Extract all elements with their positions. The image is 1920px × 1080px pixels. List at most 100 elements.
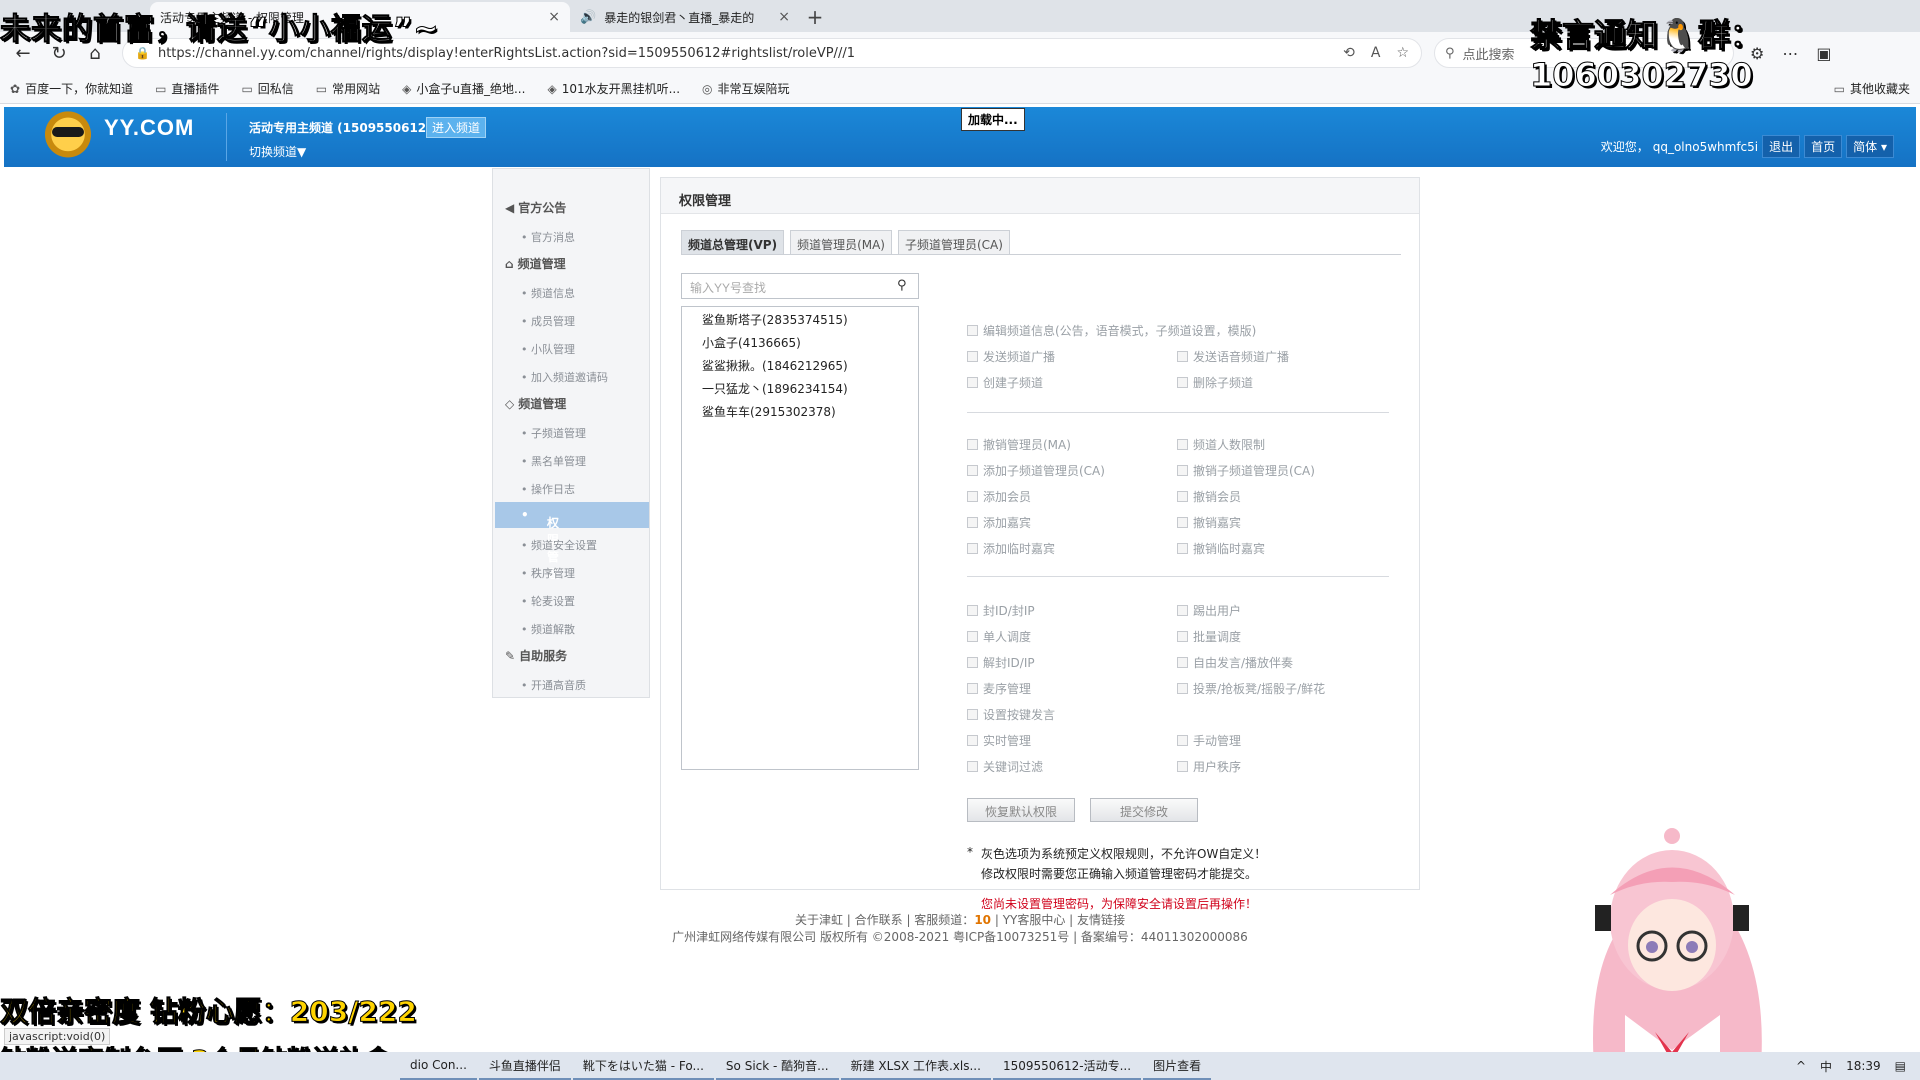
nav-item-blacklist[interactable]: • 黑名单管理: [521, 453, 586, 469]
system-tray: ^ 中 18:39 ▤: [1796, 1058, 1920, 1075]
perm-checkbox[interactable]: 发送语音频道广播: [1177, 348, 1289, 365]
enter-channel-button[interactable]: 进入频道: [426, 117, 487, 138]
logout-link[interactable]: 退出: [1762, 135, 1801, 158]
list-item[interactable]: 鲨鱼斯塔子(2835374515): [702, 311, 848, 328]
switch-channel-dropdown[interactable]: 切换频道▼: [249, 143, 306, 160]
note-star: *: [967, 845, 973, 859]
vtuber-avatar: [1593, 828, 1762, 1080]
taskbar-app[interactable]: 斗鱼直播伴侣: [478, 1052, 571, 1080]
perm-checkbox[interactable]: 单人调度: [967, 628, 1031, 645]
tab-underline: [681, 254, 1401, 255]
home-link[interactable]: 首页: [1804, 135, 1843, 158]
folder-icon: ▭: [241, 81, 253, 96]
bookmark-folder[interactable]: ▭ 常用网站: [316, 80, 380, 97]
list-item[interactable]: 鲨鱼车车(2915302378): [702, 403, 836, 420]
chevron-up-icon[interactable]: ^: [1796, 1059, 1806, 1073]
taskbar-app[interactable]: dio Con...: [400, 1052, 477, 1080]
nav-group-channel: ⌂ 频道管理: [505, 256, 566, 272]
nav-item-oplog[interactable]: • 操作日志: [521, 481, 575, 497]
perm-checkbox[interactable]: 手动管理: [1177, 732, 1241, 749]
perm-checkbox[interactable]: 发送频道广播: [967, 348, 1055, 365]
perm-checkbox[interactable]: 添加临时嘉宾: [967, 540, 1055, 557]
clock[interactable]: 18:39: [1846, 1059, 1881, 1073]
nav-item-subchannels[interactable]: • 子频道管理: [521, 425, 586, 441]
nav-item-dissolve[interactable]: • 频道解散: [521, 621, 575, 637]
favorite-star-icon[interactable]: ☆: [1396, 45, 1409, 61]
tab-close-icon[interactable]: ×: [778, 9, 790, 25]
list-item[interactable]: 一只猛龙丶(1896234154): [702, 380, 848, 397]
site-icon: ◈: [547, 81, 557, 96]
perm-checkbox[interactable]: 投票/抢板凳/摇骰子/鲜花: [1177, 680, 1325, 697]
nav-item-hq-audio[interactable]: • 开通高音质: [521, 677, 586, 693]
nav-item-security[interactable]: • 频道安全设置: [521, 537, 597, 553]
paw-icon: ✿: [10, 81, 21, 96]
perm-checkbox[interactable]: 撤销管理员(MA): [967, 436, 1071, 453]
submit-button[interactable]: 提交修改: [1090, 798, 1198, 822]
nav-item-permissions-active[interactable]: • 权限管理: [495, 502, 649, 581]
perm-checkbox[interactable]: 用户秩序: [1177, 758, 1241, 775]
folder-icon: ▭: [315, 81, 328, 96]
tab-ma[interactable]: 频道管理员(MA): [790, 230, 892, 254]
user-list: 鲨鱼斯塔子(2835374515) 小盒子(4136665) 鲨鲨揪揪。(184…: [681, 306, 919, 770]
tab-close-icon[interactable]: ×: [548, 9, 560, 25]
nav-item-mic-rotation[interactable]: • 轮麦设置: [521, 593, 575, 609]
perm-checkbox[interactable]: 踢出用户: [1177, 602, 1241, 619]
bookmark-folder[interactable]: ▭ 回私信: [241, 80, 293, 97]
nav-group-selfservice: ✎ 自助服务: [505, 648, 568, 664]
ime-indicator[interactable]: 中: [1820, 1058, 1832, 1075]
perm-checkbox[interactable]: 频道人数限制: [1177, 436, 1265, 453]
nav-item-teams[interactable]: • 小队管理: [521, 341, 575, 357]
restore-default-button[interactable]: 恢复默认权限: [967, 798, 1075, 822]
speaker-icon: ◀: [505, 200, 515, 215]
nav-item-channel-info[interactable]: • 频道信息: [521, 285, 575, 301]
bookmark-link[interactable]: ◎ 非常互娱陪玩: [702, 80, 790, 97]
search-placeholder: 点此搜索: [1462, 47, 1515, 63]
bookmark-link[interactable]: ◈ 101水友开黑挂机听...: [547, 80, 680, 97]
home-icon: ⌂: [505, 256, 514, 271]
perm-checkbox[interactable]: 添加嘉宾: [967, 514, 1031, 531]
list-item[interactable]: 鲨鲨揪揪。(1846212965): [702, 357, 848, 374]
taskbar-app[interactable]: 图片查看: [1143, 1052, 1212, 1080]
folder-icon: ▭: [155, 81, 167, 96]
perm-checkbox[interactable]: 编辑频道信息(公告，语音模式，子频道设置，模版): [967, 322, 1256, 339]
bookmark-folder[interactable]: ▭ 直播插件: [155, 80, 219, 97]
perm-checkbox[interactable]: 添加子频道管理员(CA): [967, 462, 1105, 479]
tab-ca[interactable]: 子频道管理员(CA): [898, 230, 1010, 254]
nav-item-invite-code[interactable]: • 加入频道邀请码: [521, 369, 608, 385]
perm-checkbox[interactable]: 创建子频道: [967, 374, 1043, 391]
bookmark-baidu[interactable]: ✿ 百度一下，你就知道: [10, 80, 133, 97]
perm-checkbox[interactable]: 设置按键发言: [967, 706, 1055, 723]
perm-checkbox[interactable]: 撤销会员: [1177, 488, 1241, 505]
bookmark-link[interactable]: ◈ 小盒子u直播_绝地...: [402, 80, 525, 97]
nav-item-members[interactable]: • 成员管理: [521, 313, 575, 329]
perm-checkbox[interactable]: 撤销临时嘉宾: [1177, 540, 1265, 557]
taskbar-app[interactable]: 1509550612-活动专...: [992, 1052, 1142, 1080]
new-tab-button[interactable]: +: [800, 2, 830, 32]
tab-stream[interactable]: 🔊 暴走的银剑君丶直播_暴走的 ×: [570, 2, 800, 32]
perm-checkbox[interactable]: 麦序管理: [967, 680, 1031, 697]
notification-icon[interactable]: ▤: [1895, 1059, 1906, 1073]
nav-item-order[interactable]: • 秩序管理: [521, 565, 575, 581]
perm-checkbox[interactable]: 添加会员: [967, 488, 1031, 505]
note-predefined: 灰色选项为系统预定义权限规则，不允许OW自定义！: [981, 847, 1267, 861]
taskbar-app[interactable]: 新建 XLSX 工作表.xls...: [840, 1052, 991, 1080]
language-dropdown[interactable]: 简体 ▾: [1846, 135, 1894, 158]
read-aloud-icon[interactable]: A: [1371, 45, 1381, 61]
perm-checkbox[interactable]: 撤销子频道管理员(CA): [1177, 462, 1315, 479]
perm-checkbox[interactable]: 删除子频道: [1177, 374, 1253, 391]
tab-vp[interactable]: 频道总管理(VP): [681, 230, 785, 254]
perm-checkbox[interactable]: 关键词过滤: [967, 758, 1043, 775]
taskbar-app[interactable]: So Sick - 酷狗音...: [715, 1052, 839, 1080]
yy-search-input[interactable]: 输入YY号查找: [681, 273, 919, 299]
taskbar-app[interactable]: 靴下をはいた猫 - Fo...: [572, 1052, 714, 1080]
perm-checkbox[interactable]: 解封ID/IP: [967, 654, 1035, 671]
list-item[interactable]: 小盒子(4136665): [702, 334, 801, 351]
perm-checkbox[interactable]: 撤销嘉宾: [1177, 514, 1241, 531]
perm-checkbox[interactable]: 批量调度: [1177, 628, 1241, 645]
search-icon[interactable]: ⚲: [897, 278, 907, 293]
perm-checkbox[interactable]: 自由发言/播放伴奏: [1177, 654, 1293, 671]
perm-checkbox[interactable]: 实时管理: [967, 732, 1031, 749]
translate-icon[interactable]: ⟲: [1343, 45, 1355, 61]
nav-item-official-news[interactable]: • 官方消息: [521, 229, 575, 245]
perm-checkbox[interactable]: 封ID/封IP: [967, 602, 1035, 619]
